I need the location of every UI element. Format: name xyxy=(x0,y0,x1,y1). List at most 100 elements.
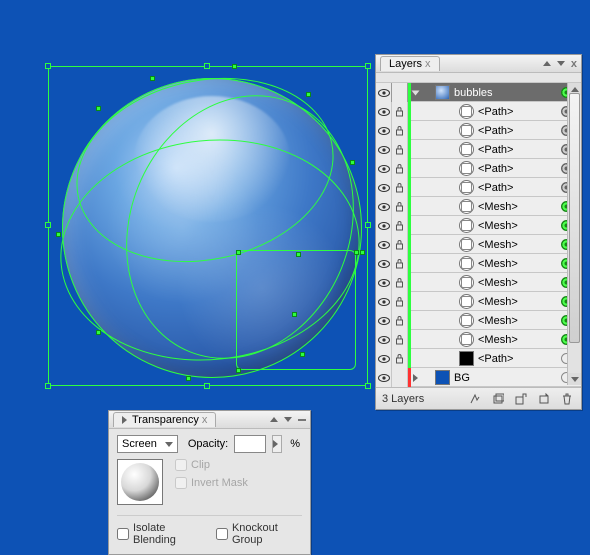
anchor-point[interactable] xyxy=(56,232,61,237)
new-layer-button[interactable] xyxy=(534,390,554,408)
opacity-mask-thumbnail[interactable] xyxy=(117,459,163,505)
delete-layer-button[interactable] xyxy=(557,390,577,408)
visibility-toggle[interactable] xyxy=(376,349,392,368)
visibility-toggle[interactable] xyxy=(376,178,392,197)
expand-toggle-icon[interactable] xyxy=(412,90,420,95)
lock-toggle[interactable] xyxy=(392,216,408,235)
visibility-toggle[interactable] xyxy=(376,292,392,311)
anchor-point[interactable] xyxy=(296,252,301,257)
visibility-toggle[interactable] xyxy=(376,140,392,159)
clip-checkbox[interactable]: Clip xyxy=(175,459,248,471)
layer-row-bubbles[interactable]: bubbles xyxy=(376,83,581,102)
anchor-point[interactable] xyxy=(186,376,191,381)
visibility-toggle[interactable] xyxy=(376,159,392,178)
sublayer-row[interactable]: <Mesh> xyxy=(376,197,581,216)
knockout-group-checkbox-input[interactable] xyxy=(216,528,228,540)
sublayer-row[interactable]: <Mesh> xyxy=(376,216,581,235)
visibility-toggle[interactable] xyxy=(376,83,392,102)
visibility-toggle[interactable] xyxy=(376,102,392,121)
panel-minimize-icon[interactable] xyxy=(298,419,306,421)
transparency-panel[interactable]: Transparency x Screen Opacity: % Cli xyxy=(108,410,311,555)
handle-bottom-left[interactable] xyxy=(45,383,51,389)
lock-toggle[interactable] xyxy=(392,83,408,102)
opacity-stepper[interactable] xyxy=(272,435,282,453)
isolate-blending-checkbox-input[interactable] xyxy=(117,528,129,540)
sublayer-row[interactable]: <Mesh> xyxy=(376,235,581,254)
layers-tab[interactable]: Layers x xyxy=(380,56,440,71)
invert-mask-checkbox[interactable]: Invert Mask xyxy=(175,477,248,489)
anchor-point[interactable] xyxy=(300,352,305,357)
panel-close-icon[interactable]: x xyxy=(571,58,577,70)
anchor-point[interactable] xyxy=(306,92,311,97)
sublayer-row[interactable]: <Path> xyxy=(376,140,581,159)
expand-toggle-icon[interactable] xyxy=(413,374,418,382)
layers-panel[interactable]: Layers x x bubbles <Path xyxy=(375,54,582,410)
handle-middle-right[interactable] xyxy=(365,222,371,228)
handle-top-right[interactable] xyxy=(365,63,371,69)
clip-checkbox-input[interactable] xyxy=(175,459,187,471)
isolate-blending-checkbox[interactable]: Isolate Blending xyxy=(117,522,202,546)
sublayer-row[interactable]: <Mesh> xyxy=(376,273,581,292)
knockout-group-checkbox[interactable]: Knockout Group xyxy=(216,522,302,546)
sublayer-row[interactable]: <Mesh> xyxy=(376,292,581,311)
panel-menu-icon[interactable] xyxy=(557,61,565,66)
scroll-thumb[interactable] xyxy=(569,93,580,343)
sublayer-row[interactable]: <Path> xyxy=(376,102,581,121)
handle-top-left[interactable] xyxy=(45,63,51,69)
panel-collapse-up-icon[interactable] xyxy=(270,417,278,422)
sublayer-row[interactable]: <Path> xyxy=(376,349,581,368)
panel-cycle-icon[interactable] xyxy=(122,416,127,424)
lock-toggle[interactable] xyxy=(392,368,408,387)
layers-scrollbar[interactable] xyxy=(567,83,581,385)
anchor-point[interactable] xyxy=(236,250,241,255)
handle-bottom-center[interactable] xyxy=(204,383,210,389)
scroll-down-icon[interactable] xyxy=(568,373,581,385)
anchor-point[interactable] xyxy=(360,250,365,255)
invert-mask-checkbox-input[interactable] xyxy=(175,477,187,489)
sublayer-row[interactable]: <Path> xyxy=(376,121,581,140)
sublayer-row[interactable]: <Path> xyxy=(376,178,581,197)
panel-menu-icon[interactable] xyxy=(284,417,292,422)
visibility-toggle[interactable] xyxy=(376,216,392,235)
anchor-point[interactable] xyxy=(232,64,237,69)
artboard[interactable] xyxy=(0,0,375,420)
lock-toggle[interactable] xyxy=(392,292,408,311)
lock-toggle[interactable] xyxy=(392,102,408,121)
transparency-tab[interactable]: Transparency x xyxy=(113,412,216,427)
lock-toggle[interactable] xyxy=(392,159,408,178)
sublayer-row[interactable]: <Mesh> xyxy=(376,254,581,273)
handle-middle-left[interactable] xyxy=(45,222,51,228)
visibility-toggle[interactable] xyxy=(376,197,392,216)
lock-toggle[interactable] xyxy=(392,178,408,197)
lock-toggle[interactable] xyxy=(392,121,408,140)
anchor-point[interactable] xyxy=(292,312,297,317)
lock-toggle[interactable] xyxy=(392,349,408,368)
anchor-point[interactable] xyxy=(96,330,101,335)
create-sublayer-button[interactable] xyxy=(511,390,531,408)
visibility-toggle[interactable] xyxy=(376,368,392,387)
sublayer-row[interactable]: <Mesh> xyxy=(376,311,581,330)
lock-toggle[interactable] xyxy=(392,273,408,292)
transparency-panel-header[interactable]: Transparency x xyxy=(109,411,310,429)
anchor-point[interactable] xyxy=(350,160,355,165)
visibility-toggle[interactable] xyxy=(376,235,392,254)
locate-object-button[interactable] xyxy=(465,390,485,408)
lock-toggle[interactable] xyxy=(392,235,408,254)
lock-toggle[interactable] xyxy=(392,197,408,216)
visibility-toggle[interactable] xyxy=(376,121,392,140)
opacity-input[interactable] xyxy=(234,435,266,453)
close-tab-icon[interactable]: x xyxy=(202,414,208,426)
visibility-toggle[interactable] xyxy=(376,311,392,330)
anchor-point[interactable] xyxy=(354,250,359,255)
lock-toggle[interactable] xyxy=(392,311,408,330)
anchor-point[interactable] xyxy=(96,106,101,111)
anchor-point[interactable] xyxy=(150,76,155,81)
lock-toggle[interactable] xyxy=(392,140,408,159)
handle-bottom-right[interactable] xyxy=(365,383,371,389)
visibility-toggle[interactable] xyxy=(376,273,392,292)
layer-row-bg[interactable]: BG xyxy=(376,368,581,387)
visibility-toggle[interactable] xyxy=(376,330,392,349)
handle-top-center[interactable] xyxy=(204,63,210,69)
visibility-toggle[interactable] xyxy=(376,254,392,273)
layer-list[interactable]: bubbles <Path><Path><Path><Path><Path><M… xyxy=(376,83,581,387)
